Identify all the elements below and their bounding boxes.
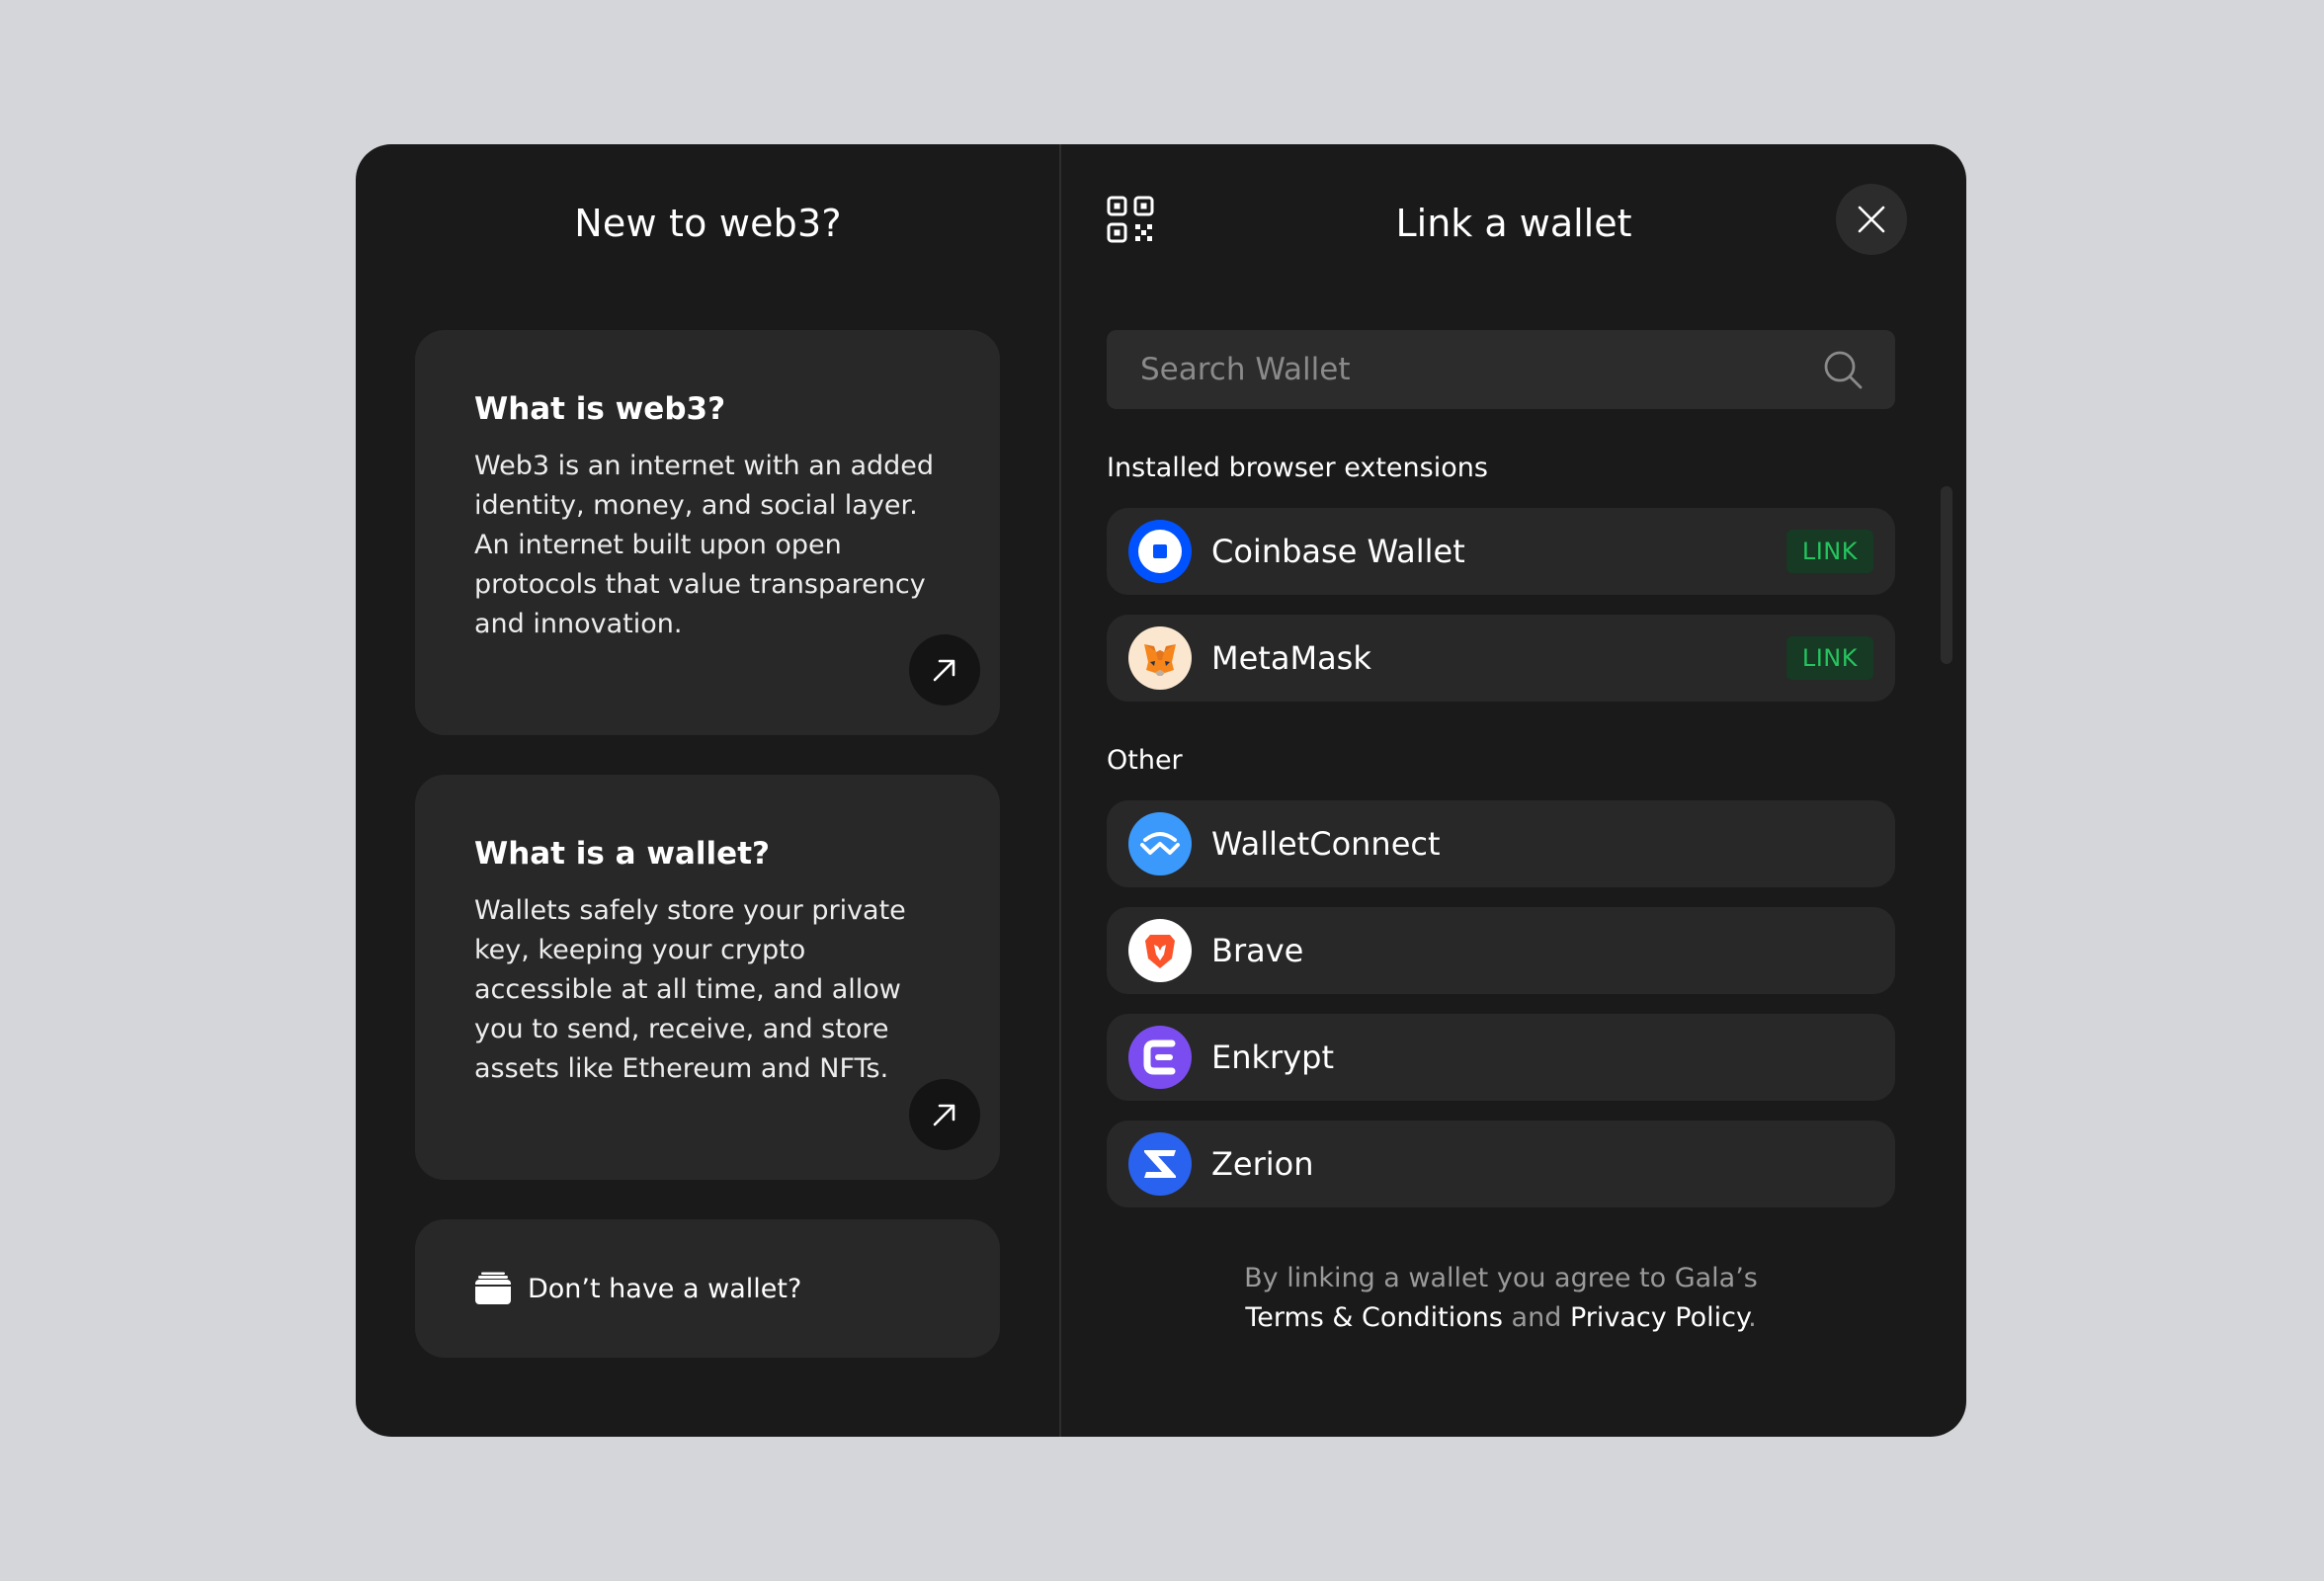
other-wallets-label: Other — [1107, 745, 1183, 776]
open-link-button[interactable] — [909, 634, 980, 706]
card-title: What is web3? — [474, 391, 726, 427]
metamask-fox-icon — [1128, 626, 1192, 690]
zerion-logo-icon — [1128, 1132, 1192, 1196]
wallet-icon — [475, 1272, 511, 1304]
close-button[interactable] — [1836, 184, 1907, 255]
link-badge[interactable]: LINK — [1785, 636, 1873, 680]
wallet-name: Brave — [1211, 932, 1304, 969]
terms-link[interactable]: Terms & Conditions — [1245, 1302, 1503, 1333]
link-wallet-panel: Link a wallet Installed browser extensio… — [1061, 144, 1966, 1437]
brave-lion-icon — [1128, 919, 1192, 982]
footer-and: and — [1511, 1302, 1570, 1333]
wallet-row-metamask[interactable]: MetaMask LINK — [1107, 615, 1895, 702]
wallet-row-brave[interactable]: Brave — [1107, 907, 1895, 994]
what-is-web3-card[interactable]: What is web3? Web3 is an internet with a… — [415, 330, 1000, 735]
privacy-policy-link[interactable]: Privacy Policy — [1570, 1302, 1748, 1333]
wallet-row-enkrypt[interactable]: Enkrypt — [1107, 1014, 1895, 1101]
card-title: What is a wallet? — [474, 836, 771, 872]
wallet-name: MetaMask — [1211, 639, 1371, 677]
link-badge[interactable]: LINK — [1785, 530, 1873, 573]
wallet-name: WalletConnect — [1211, 825, 1441, 863]
scrollbar[interactable] — [1941, 486, 1952, 664]
wallet-name: Zerion — [1211, 1145, 1314, 1183]
coinbase-logo-icon — [1128, 520, 1192, 583]
dont-have-wallet-button[interactable]: Don’t have a wallet? — [415, 1219, 1000, 1358]
wallet-name: Coinbase Wallet — [1211, 533, 1465, 570]
right-panel-title: Link a wallet — [1395, 202, 1632, 245]
search-wallet-input[interactable] — [1138, 351, 1822, 388]
dont-have-wallet-label: Don’t have a wallet? — [528, 1273, 802, 1304]
search-icon[interactable] — [1822, 349, 1864, 390]
what-is-wallet-card[interactable]: What is a wallet? Wallets safely store y… — [415, 775, 1000, 1180]
link-wallet-modal: New to web3? What is web3? Web3 is an in… — [356, 144, 1966, 1437]
footer-period: . — [1748, 1302, 1757, 1333]
wallet-name: Enkrypt — [1211, 1039, 1334, 1076]
installed-extensions-label: Installed browser extensions — [1107, 453, 1488, 483]
open-link-button[interactable] — [909, 1079, 980, 1150]
arrow-up-right-icon — [933, 1104, 955, 1126]
close-icon — [1858, 206, 1885, 233]
footer-prefix: By linking a wallet you agree to Gala’s — [1244, 1263, 1758, 1293]
terms-footer: By linking a wallet you agree to Gala’s … — [1107, 1259, 1895, 1338]
left-panel-title: New to web3? — [574, 202, 842, 245]
arrow-up-right-icon — [933, 659, 955, 682]
wallet-row-zerion[interactable]: Zerion — [1107, 1121, 1895, 1207]
enkrypt-logo-icon — [1128, 1026, 1192, 1089]
card-body: Web3 is an internet with an added identi… — [474, 451, 935, 639]
wallet-row-walletconnect[interactable]: WalletConnect — [1107, 800, 1895, 887]
web3-info-panel: New to web3? What is web3? Web3 is an in… — [356, 144, 1060, 1437]
search-wallet-box — [1107, 330, 1895, 409]
walletconnect-logo-icon — [1128, 812, 1192, 875]
card-body: Wallets safely store your private key, k… — [474, 895, 906, 1084]
wallet-row-coinbase[interactable]: Coinbase Wallet LINK — [1107, 508, 1895, 595]
